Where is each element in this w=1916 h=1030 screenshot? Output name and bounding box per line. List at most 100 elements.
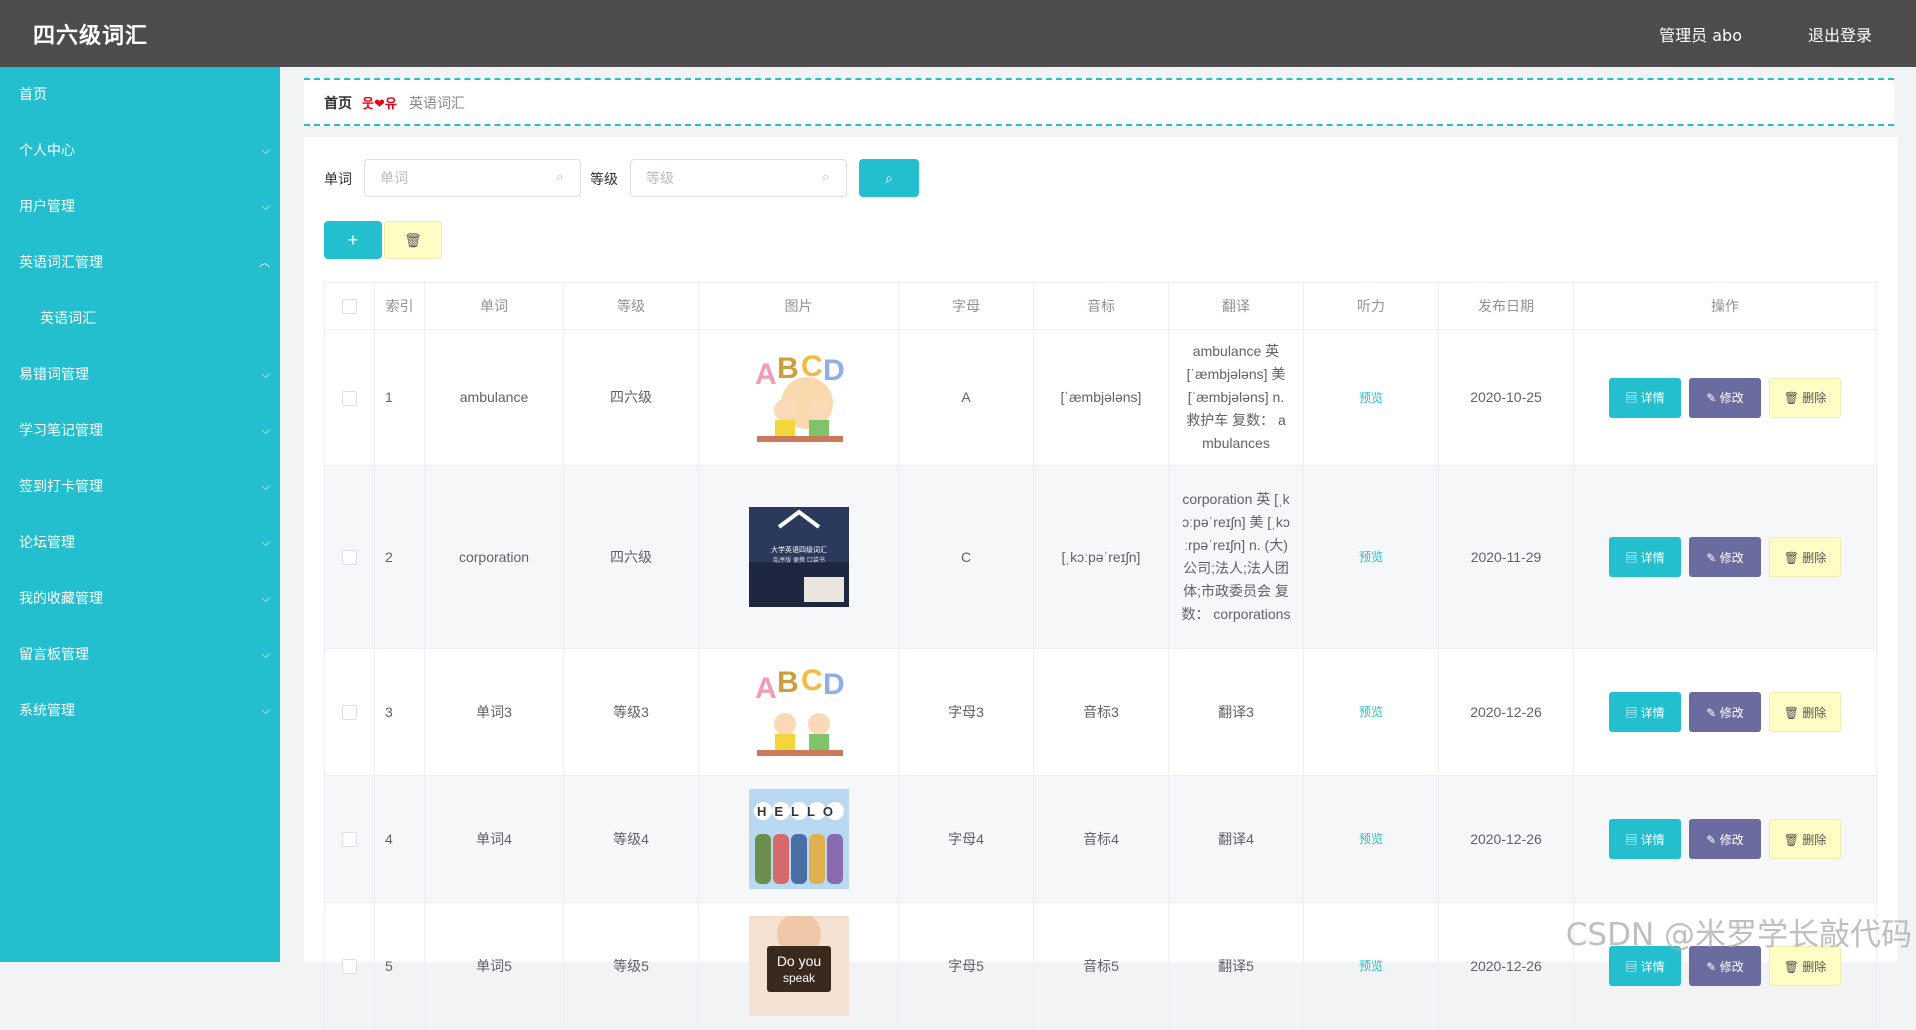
sidebar-item-mistakes[interactable]: 易错词管理 ⌵	[0, 347, 280, 403]
row-select-cell[interactable]	[324, 648, 375, 776]
speak-text: speak	[782, 971, 815, 985]
sidebar-item-label: 学习笔记管理	[19, 423, 103, 439]
table-row: 3 单词3 等级3 A B C D 字母3 音标3 翻译3 预览 2020-12…	[324, 648, 1877, 776]
row-select-cell[interactable]	[324, 465, 375, 649]
cell-date: 2020-12-26	[1438, 648, 1574, 776]
cell-image: A B C D	[698, 648, 899, 776]
delete-button[interactable]: 🗑 删除	[1769, 377, 1841, 418]
row-checkbox[interactable]	[342, 390, 357, 406]
sidebar-item-notes[interactable]: 学习笔记管理 ⌵	[0, 403, 280, 459]
app-title: 四六级词汇	[33, 24, 149, 49]
delete-button[interactable]: 🗑 删除	[1769, 819, 1841, 859]
row-select-cell[interactable]	[324, 902, 375, 1030]
logout-link[interactable]: 退出登录	[1808, 22, 1872, 46]
sidebar-item-home[interactable]: 首页	[0, 67, 280, 123]
delete-button[interactable]: 🗑 删除	[1769, 692, 1841, 732]
cell-ops: ▤ 详情 ✎ 修改 🗑 删除	[1573, 329, 1877, 466]
sidebar-subitem-vocab[interactable]: 英语词汇	[0, 291, 280, 347]
book-cover-image[interactable]: 大学英语四级词汇 乱序版 便携 口袋书	[748, 507, 849, 607]
cell-listening: 预览	[1303, 902, 1439, 1030]
document-icon: ▤	[1625, 832, 1641, 847]
select-all-checkbox[interactable]	[342, 299, 357, 315]
level-search-input[interactable]	[630, 159, 847, 197]
chevron-down-icon: ⌵	[261, 592, 270, 605]
detail-button-label: 详情	[1640, 550, 1665, 565]
cell-translation: corporation 英 [ˌkɔːpəˈreɪʃn] 美 [ˌkɔːrpəˈ…	[1168, 465, 1304, 649]
edit-button[interactable]: ✎ 修改	[1689, 377, 1761, 418]
sidebar-item-label: 我的收藏管理	[19, 591, 103, 607]
sidebar-item-users[interactable]: 用户管理 ⌵	[0, 179, 280, 235]
detail-button[interactable]: ▤ 详情	[1609, 377, 1681, 418]
detail-button[interactable]: ▤ 详情	[1609, 537, 1681, 577]
chevron-down-icon: ⌵	[261, 368, 270, 381]
edit-button-label: 修改	[1719, 391, 1744, 405]
document-icon: ▤	[1625, 550, 1641, 565]
preview-link[interactable]: 预览	[1359, 391, 1383, 405]
sidebar-item-messages[interactable]: 留言板管理 ⌵	[0, 627, 280, 683]
preview-link[interactable]: 预览	[1359, 959, 1383, 973]
delete-button[interactable]: 🗑 删除	[1769, 537, 1841, 577]
chevron-down-icon: ⌵	[261, 480, 270, 493]
sidebar-item-label: 留言板管理	[19, 647, 89, 663]
cell-level: 四六级	[563, 465, 699, 649]
book-title-line1: 大学英语四级词汇	[771, 545, 827, 554]
detail-button[interactable]: ▤ 详情	[1609, 692, 1681, 732]
add-button[interactable]: +	[324, 221, 382, 259]
search-icon: ⌕	[885, 169, 893, 186]
row-checkbox[interactable]	[342, 705, 357, 721]
cell-listening: 预览	[1303, 465, 1439, 649]
abcd-kids-image[interactable]: A B C D	[748, 662, 849, 762]
row-checkbox[interactable]	[342, 550, 357, 566]
current-user: 管理员 abo	[1659, 26, 1742, 45]
cell-index: 3	[374, 648, 425, 776]
sidebar-item-profile[interactable]: 个人中心 ⌵	[0, 123, 280, 179]
cell-word: ambulance	[424, 329, 564, 466]
search-button[interactable]: ⌕	[859, 159, 919, 197]
sidebar-item-label: 易错词管理	[19, 367, 89, 383]
edit-button-label: 修改	[1719, 550, 1744, 565]
cell-date: 2020-10-25	[1438, 329, 1574, 466]
preview-link[interactable]: 预览	[1359, 550, 1383, 564]
cell-letter: 字母4	[898, 775, 1034, 903]
abcd-kids-image[interactable]: A B C D	[748, 347, 849, 448]
detail-button[interactable]: ▤ 详情	[1609, 819, 1681, 859]
sidebar-item-system[interactable]: 系统管理 ⌵	[0, 683, 280, 739]
row-select-cell[interactable]	[324, 329, 375, 466]
breadcrumb-home[interactable]: 首页	[324, 93, 352, 113]
detail-button-label: 详情	[1640, 832, 1665, 847]
col-index: 索引	[374, 282, 425, 330]
edit-button[interactable]: ✎ 修改	[1689, 692, 1761, 732]
hello-kids-image[interactable]: HELLO	[748, 789, 849, 889]
table-row: 4 单词4 等级4 HELLO 字母4 音标4 翻译4 预览 2020-12-2…	[324, 775, 1877, 903]
sidebar-item-label: 系统管理	[19, 703, 75, 719]
cell-date: 2020-12-26	[1438, 902, 1574, 1030]
cell-index: 2	[374, 465, 425, 649]
do-you-text: Do you	[776, 953, 820, 969]
batch-delete-button[interactable]: 🗑	[384, 221, 442, 259]
cell-index: 1	[374, 329, 425, 466]
sidebar-item-forum[interactable]: 论坛管理 ⌵	[0, 515, 280, 571]
sidebar-item-vocab[interactable]: 英语词汇管理 ︿	[0, 235, 280, 291]
trash-icon: 🗑	[1783, 550, 1803, 565]
chevron-down-icon: ⌵	[261, 704, 270, 717]
cell-phonetic: 音标5	[1033, 902, 1169, 1030]
svg-text:B: B	[777, 666, 799, 699]
level-label: 等级	[590, 172, 618, 188]
cell-letter: 字母3	[898, 648, 1034, 776]
edit-button[interactable]: ✎ 修改	[1689, 819, 1761, 859]
preview-link[interactable]: 预览	[1359, 832, 1383, 846]
select-all-cell[interactable]	[324, 282, 375, 330]
row-select-cell[interactable]	[324, 775, 375, 903]
preview-link[interactable]: 预览	[1359, 705, 1383, 719]
delete-button-label: 删除	[1802, 391, 1827, 405]
search-icon: ⌕	[556, 170, 564, 185]
sidebar-item-favorites[interactable]: 我的收藏管理 ⌵	[0, 571, 280, 627]
main-content: 首页 웃❤유 英语词汇 单词 ⌕ 等级 ⌕ ⌕ + 🗑 索引 单词 等级 图片	[304, 67, 1898, 1030]
cell-word: 单词4	[424, 775, 564, 903]
cell-index: 4	[374, 775, 425, 903]
word-search-input[interactable]	[364, 159, 581, 197]
do-you-speak-image[interactable]: Do you speak	[748, 916, 849, 1016]
sidebar-item-checkin[interactable]: 签到打卡管理 ⌵	[0, 459, 280, 515]
row-checkbox[interactable]	[342, 832, 357, 848]
edit-button[interactable]: ✎ 修改	[1689, 537, 1761, 577]
